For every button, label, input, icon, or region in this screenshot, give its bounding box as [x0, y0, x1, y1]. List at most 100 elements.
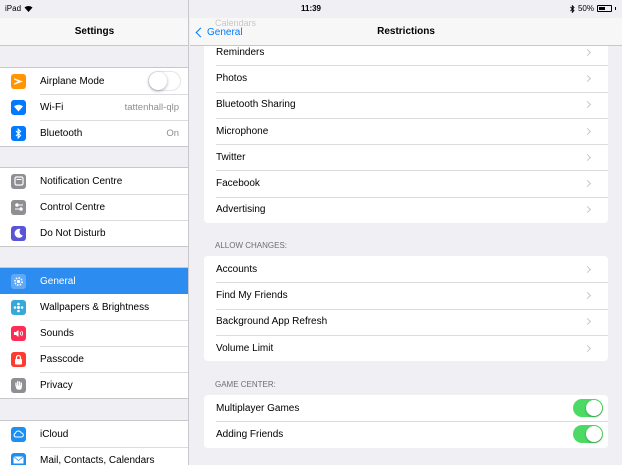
chevron-right-icon	[583, 101, 592, 109]
list-item-label: Reminders	[216, 46, 265, 58]
list-item-label: Photos	[216, 72, 248, 84]
status-time: 11:39	[300, 4, 322, 13]
scrolled-item-behind-header: Calendars	[215, 18, 257, 28]
settings-item-sounds[interactable]: Sounds	[0, 320, 188, 346]
chevron-right-icon	[583, 153, 592, 161]
restriction-item-volume-limit[interactable]: Volume Limit	[204, 334, 608, 361]
sidebar-item-label: Mail, Contacts, Calendars	[40, 454, 155, 465]
cloud-icon	[11, 426, 26, 442]
sidebar-item-label: Notification Centre	[40, 175, 123, 187]
list-item-label: Bluetooth Sharing	[216, 99, 296, 111]
settings-item-passcode[interactable]: Passcode	[0, 346, 188, 372]
list-item-label: Find My Friends	[216, 289, 288, 301]
restriction-item-microphone[interactable]: Microphone	[204, 117, 608, 144]
wifi-network-value: tattenhall-qlp	[124, 101, 179, 113]
sidebar-item-label: Do Not Disturb	[40, 227, 106, 239]
bluetooth-icon	[570, 4, 575, 13]
sidebar-item-label: Wallpapers & Brightness	[40, 301, 150, 313]
list-item-label: Facebook	[216, 178, 260, 190]
wallpaper-icon	[11, 299, 26, 315]
bluetooth-icon	[11, 125, 26, 141]
sidebar-item-label: Control Centre	[40, 201, 106, 213]
settings-item-mail-contacts-calendars[interactable]: Mail, Contacts, Calendars	[0, 447, 188, 465]
settings-item-privacy[interactable]: Privacy	[0, 372, 188, 398]
restriction-item-find-my-friends[interactable]: Find My Friends	[204, 282, 608, 308]
sidebar-item-label: Sounds	[40, 327, 74, 339]
sidebar-item-label: Privacy	[40, 379, 73, 391]
chevron-right-icon	[583, 291, 592, 299]
chevron-right-icon	[583, 344, 592, 352]
wifi-icon	[11, 99, 26, 115]
airplane-mode-toggle[interactable]	[148, 71, 181, 91]
settings-item-airplane-mode[interactable]: Airplane Mode	[0, 68, 188, 94]
settings-item-control-centre[interactable]: Control Centre	[0, 194, 188, 220]
restriction-item-advertising[interactable]: Advertising	[204, 196, 608, 223]
privacy-list: Reminders Photos Bluetooth Sharing Micro…	[204, 39, 608, 224]
settings-item-wifi[interactable]: Wi-Fi tattenhall-qlp	[0, 94, 188, 120]
settings-group-centre: Notification Centre Control Centre Do No…	[0, 167, 188, 247]
battery-icon	[597, 5, 612, 12]
settings-group-general: General Wallpapers & Brightness Sounds P…	[0, 267, 188, 399]
settings-item-general[interactable]: General	[0, 268, 188, 294]
back-button-label: General	[207, 26, 243, 38]
bluetooth-status-value: On	[166, 127, 179, 139]
settings-title: Settings	[0, 18, 188, 46]
sidebar-item-label: Airplane Mode	[40, 75, 105, 87]
list-item-label: Multiplayer Games	[216, 402, 300, 414]
settings-group-accounts: iCloud Mail, Contacts, Calendars	[0, 420, 188, 465]
restriction-item-background-app-refresh[interactable]: Background App Refresh	[204, 308, 608, 335]
restriction-item-facebook[interactable]: Facebook	[204, 170, 608, 196]
game-center-section-title: GAME CENTER:	[215, 380, 276, 389]
chevron-right-icon	[583, 127, 592, 135]
chevron-right-icon	[583, 48, 592, 56]
sidebar-item-label: General	[40, 275, 76, 287]
settings-sidebar: Settings Airplane Mode Wi-Fi tattenhall-…	[0, 0, 189, 465]
restriction-item-accounts[interactable]: Accounts	[204, 256, 608, 282]
status-bar: iPad 11:39 50%	[0, 0, 622, 18]
settings-item-do-not-disturb[interactable]: Do Not Disturb	[0, 220, 188, 246]
adding-friends-toggle[interactable]	[573, 425, 603, 444]
restriction-item-bluetooth-sharing[interactable]: Bluetooth Sharing	[204, 91, 608, 118]
battery-percent: 50%	[577, 4, 594, 13]
sidebar-item-label: Wi-Fi	[40, 101, 64, 113]
list-item-label: Twitter	[216, 151, 246, 163]
game-center-list: Multiplayer Games Adding Friends	[204, 395, 608, 448]
allow-changes-section-title: ALLOW CHANGES:	[215, 241, 288, 250]
list-item-label: Background App Refresh	[216, 316, 328, 328]
list-item-label: Volume Limit	[216, 342, 274, 354]
settings-item-notification-centre[interactable]: Notification Centre	[0, 168, 188, 194]
list-item-label: Microphone	[216, 125, 269, 137]
restriction-item-photos[interactable]: Photos	[204, 65, 608, 91]
sidebar-item-label: Passcode	[40, 353, 84, 365]
moon-icon	[11, 225, 26, 241]
mail-icon	[11, 452, 26, 465]
chevron-left-icon	[195, 27, 206, 37]
hand-icon	[11, 377, 26, 393]
chevron-right-icon	[583, 180, 592, 188]
lock-icon	[11, 351, 26, 367]
gear-icon	[11, 273, 26, 289]
list-item-label: Accounts	[216, 263, 258, 275]
chevron-right-icon	[583, 206, 592, 214]
settings-item-icloud[interactable]: iCloud	[0, 421, 188, 447]
sidebar-item-label: Bluetooth	[40, 127, 83, 139]
chevron-right-icon	[583, 74, 592, 82]
settings-item-bluetooth[interactable]: Bluetooth On	[0, 120, 188, 146]
settings-item-wallpapers-brightness[interactable]: Wallpapers & Brightness	[0, 294, 188, 320]
airplane-icon	[11, 73, 26, 89]
chevron-right-icon	[583, 265, 592, 273]
restriction-item-adding-friends: Adding Friends	[204, 421, 608, 447]
status-right: 50%	[570, 4, 616, 13]
speaker-icon	[11, 325, 26, 341]
settings-group-connectivity: Airplane Mode Wi-Fi tattenhall-qlp Bluet…	[0, 67, 188, 147]
notification-centre-icon	[11, 173, 26, 189]
chevron-right-icon	[583, 318, 592, 326]
list-item-label: Adding Friends	[216, 428, 284, 440]
multiplayer-games-toggle[interactable]	[573, 399, 603, 418]
control-centre-icon	[11, 199, 26, 215]
sidebar-item-label: iCloud	[40, 428, 69, 440]
list-item-label: Advertising	[216, 204, 266, 216]
restrictions-pane: Calendars Restrictions General Reminders…	[190, 0, 622, 465]
restriction-item-twitter[interactable]: Twitter	[204, 144, 608, 170]
restriction-item-multiplayer-games: Multiplayer Games	[204, 395, 608, 421]
